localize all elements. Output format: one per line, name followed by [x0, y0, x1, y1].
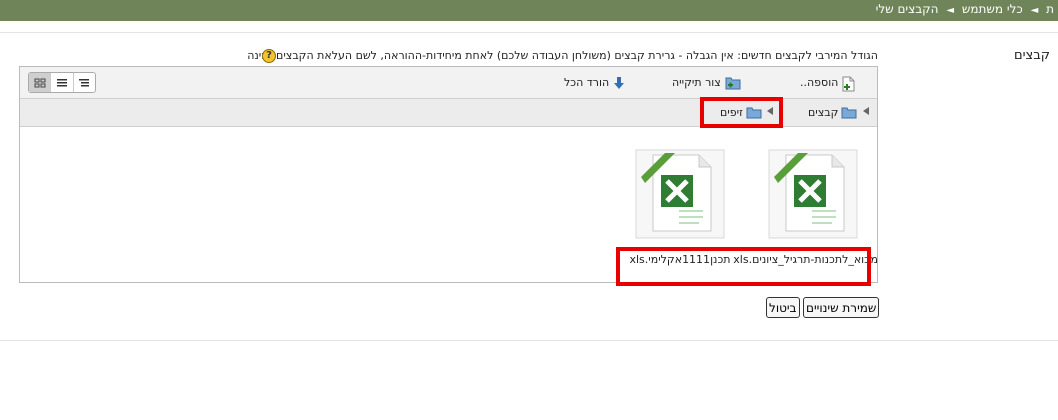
breadcrumb-separator-icon: ◄ [1030, 5, 1039, 16]
create-folder-label: צור תיקייה [672, 76, 721, 89]
divider [0, 32, 1058, 33]
add-file-button[interactable]: הוספה.. [800, 76, 856, 92]
download-all-label: הורד הכל [564, 76, 610, 89]
add-file-label: הוספה.. [800, 76, 839, 89]
download-arrow-icon [614, 77, 625, 89]
add-file-icon [842, 76, 855, 92]
breadcrumb: ת ◄ כלי משתמש ◄ הקבצים שלי [876, 0, 1054, 21]
path-item-root-label: קבצים [808, 106, 839, 119]
breadcrumb-item-root[interactable]: ת [1046, 0, 1054, 19]
cancel-button[interactable]: ביטול [766, 297, 800, 318]
path-item-root[interactable]: קבצים [808, 106, 857, 119]
path-arrow-icon [863, 107, 869, 115]
create-folder-button[interactable]: צור תיקייה [672, 76, 741, 92]
view-mode-switcher [28, 72, 96, 93]
highlight-box [616, 247, 871, 286]
max-size-info: הגודל המירבי לקבצים חדשים: אין הגבלה - ג… [247, 49, 878, 62]
divider [0, 340, 1058, 341]
tree-view-button[interactable] [74, 73, 95, 92]
excel-file-icon[interactable] [768, 149, 858, 239]
files-field-label: קבצים [1014, 48, 1050, 63]
new-folder-icon [725, 77, 741, 90]
tree-view-icon [79, 78, 90, 86]
list-view-button[interactable] [51, 73, 74, 92]
grid-view-icon [34, 78, 46, 87]
top-header-bar: ת ◄ כלי משתמש ◄ הקבצים שלי [0, 0, 1058, 21]
breadcrumb-item-user-tools[interactable]: כלי משתמש [962, 0, 1023, 19]
download-all-button[interactable]: הורד הכל [564, 76, 625, 92]
folder-icon [841, 107, 857, 119]
excel-file-icon[interactable] [635, 149, 725, 239]
help-icon[interactable]: ? [262, 49, 276, 63]
breadcrumb-item-my-files: הקבצים שלי [875, 2, 939, 16]
breadcrumb-separator-icon: ◄ [946, 5, 955, 16]
icon-view-button[interactable] [29, 73, 52, 92]
file-manager-toolbar: הוספה.. צור תיקייה הורד הכל [20, 67, 877, 99]
file-manager: הוספה.. צור תיקייה הורד הכל קבצים זיפים … [19, 66, 878, 286]
highlight-box [700, 97, 783, 128]
list-view-icon [56, 78, 67, 86]
save-changes-button[interactable]: שמירת שינויים [803, 297, 880, 318]
